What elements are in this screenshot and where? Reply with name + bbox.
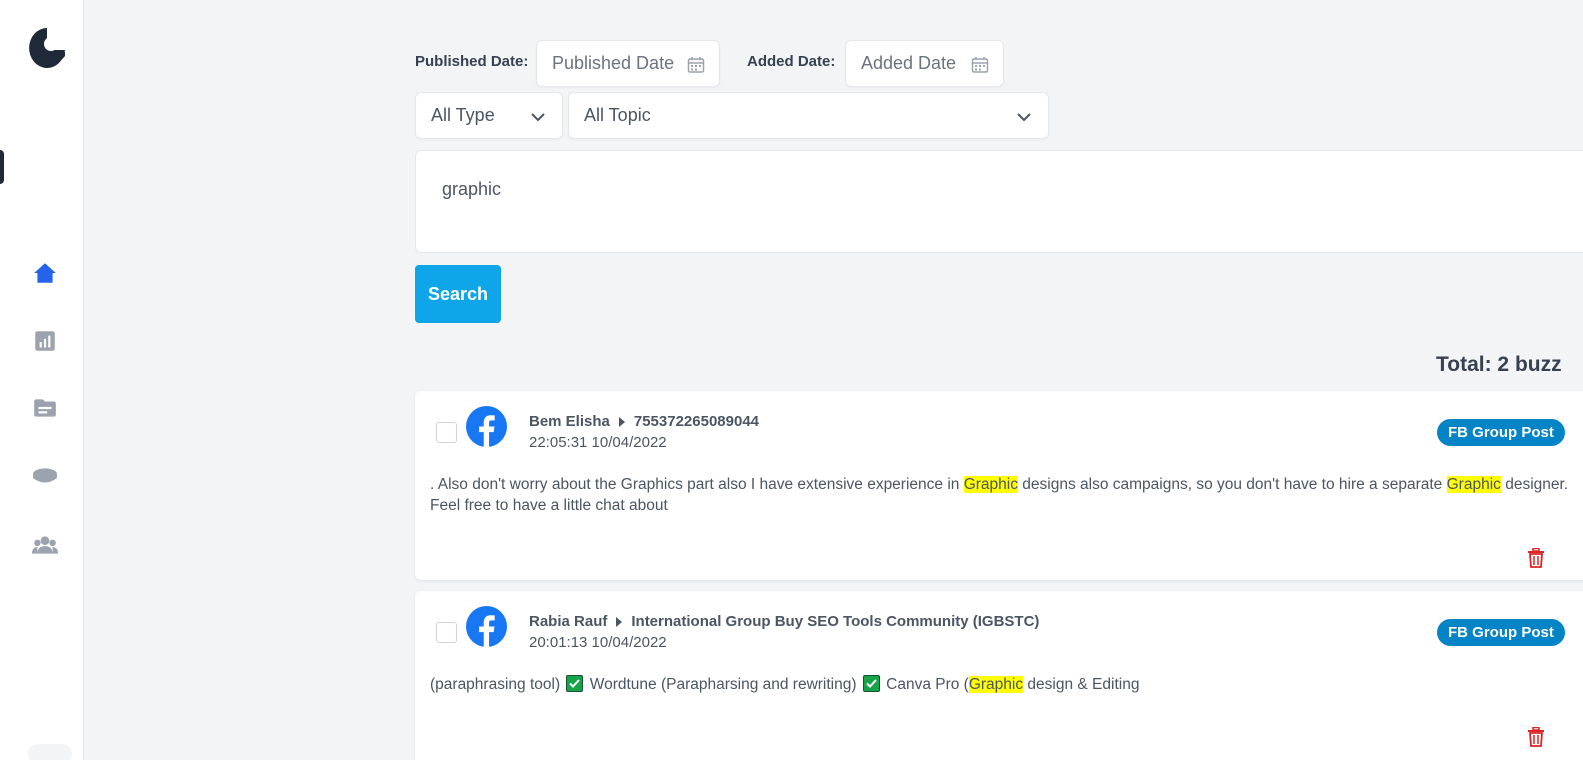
chevron-down-icon <box>1017 113 1031 122</box>
search-query-value: graphic <box>442 179 502 199</box>
nav-home[interactable] <box>31 259 59 287</box>
trash-icon[interactable] <box>1527 548 1545 568</box>
sidebar <box>0 0 84 760</box>
post-group[interactable]: 755372265089044 <box>634 413 759 430</box>
keyword-highlight: Graphic <box>968 676 1024 693</box>
post-text: . Also don't worry about the Graphics pa… <box>430 476 964 493</box>
post-text: designs also campaigns, so you don't hav… <box>1017 476 1447 493</box>
post-author[interactable]: Rabia Rauf <box>529 613 607 630</box>
search-query-input[interactable]: graphic <box>415 150 1583 253</box>
post-author-line: Bem Elisha 755372265089044 <box>529 413 759 430</box>
added-date-placeholder: Added Date <box>861 53 957 73</box>
post-select-checkbox[interactable] <box>436 422 457 443</box>
post-timestamp: 20:01:13 10/04/2022 <box>529 634 667 651</box>
post-text: design & Editing <box>1023 676 1140 693</box>
topic-select[interactable]: All Topic <box>568 92 1049 139</box>
keyword-highlight: Graphic <box>1446 476 1501 493</box>
added-date-label: Added Date: <box>747 53 836 70</box>
topic-select-value: All Topic <box>584 105 651 125</box>
published-date-placeholder: Published Date <box>552 53 675 73</box>
post-timestamp: 22:05:31 10/04/2022 <box>529 434 667 451</box>
post-text: Wordtune (Parapharsing and rewriting) <box>585 676 861 693</box>
post-group[interactable]: International Group Buy SEO Tools Commun… <box>631 613 1039 630</box>
post-text: Canva Pro ( <box>881 676 969 693</box>
facebook-icon <box>466 606 507 647</box>
sidebar-footer-button[interactable] <box>28 744 72 760</box>
check-mark-icon <box>566 675 584 692</box>
type-select-value: All Type <box>431 105 495 125</box>
post-author-line: Rabia Rauf International Group Buy SEO T… <box>529 613 1039 630</box>
published-date-input[interactable]: Published Date <box>536 40 720 87</box>
post-content: (paraphrasing tool) Wordtune (Parapharsi… <box>430 674 1583 695</box>
post-card: Rabia Rauf International Group Buy SEO T… <box>415 591 1583 760</box>
post-content: . Also don't worry about the Graphics pa… <box>430 474 1583 516</box>
caret-right-icon <box>616 616 623 627</box>
nav-reports[interactable] <box>31 327 59 355</box>
calendar-icon <box>971 57 989 73</box>
check-mark-icon <box>862 675 880 692</box>
keyword-highlight: Graphic <box>963 476 1018 493</box>
home-icon <box>34 263 56 283</box>
nav-data[interactable] <box>31 462 59 490</box>
post-text: (paraphrasing tool) <box>430 676 565 693</box>
added-date-input[interactable]: Added Date <box>845 40 1004 87</box>
post-card: Bem Elisha 755372265089044 22:05:31 10/0… <box>415 391 1583 580</box>
chevron-down-icon <box>531 113 545 122</box>
facebook-icon <box>466 406 507 447</box>
sidebar-collapse-handle[interactable] <box>0 150 4 184</box>
search-button[interactable]: Search <box>415 265 501 323</box>
published-date-label: Published Date: <box>415 53 529 70</box>
trash-icon[interactable] <box>1527 727 1545 747</box>
type-select[interactable]: All Type <box>415 92 563 139</box>
database-icon <box>33 468 57 483</box>
users-icon <box>32 536 58 554</box>
folder-icon <box>34 399 56 417</box>
total-count: Total: 2 buzz <box>1436 353 1562 376</box>
nav-projects[interactable] <box>31 394 59 422</box>
caret-right-icon <box>618 416 625 427</box>
post-author[interactable]: Bem Elisha <box>529 413 610 430</box>
app-logo[interactable] <box>27 26 67 70</box>
chart-icon <box>35 331 55 351</box>
nav-users[interactable] <box>31 531 59 559</box>
post-type-badge: FB Group Post <box>1437 419 1565 446</box>
post-type-badge: FB Group Post <box>1437 619 1565 646</box>
calendar-icon <box>687 57 705 73</box>
post-select-checkbox[interactable] <box>436 622 457 643</box>
